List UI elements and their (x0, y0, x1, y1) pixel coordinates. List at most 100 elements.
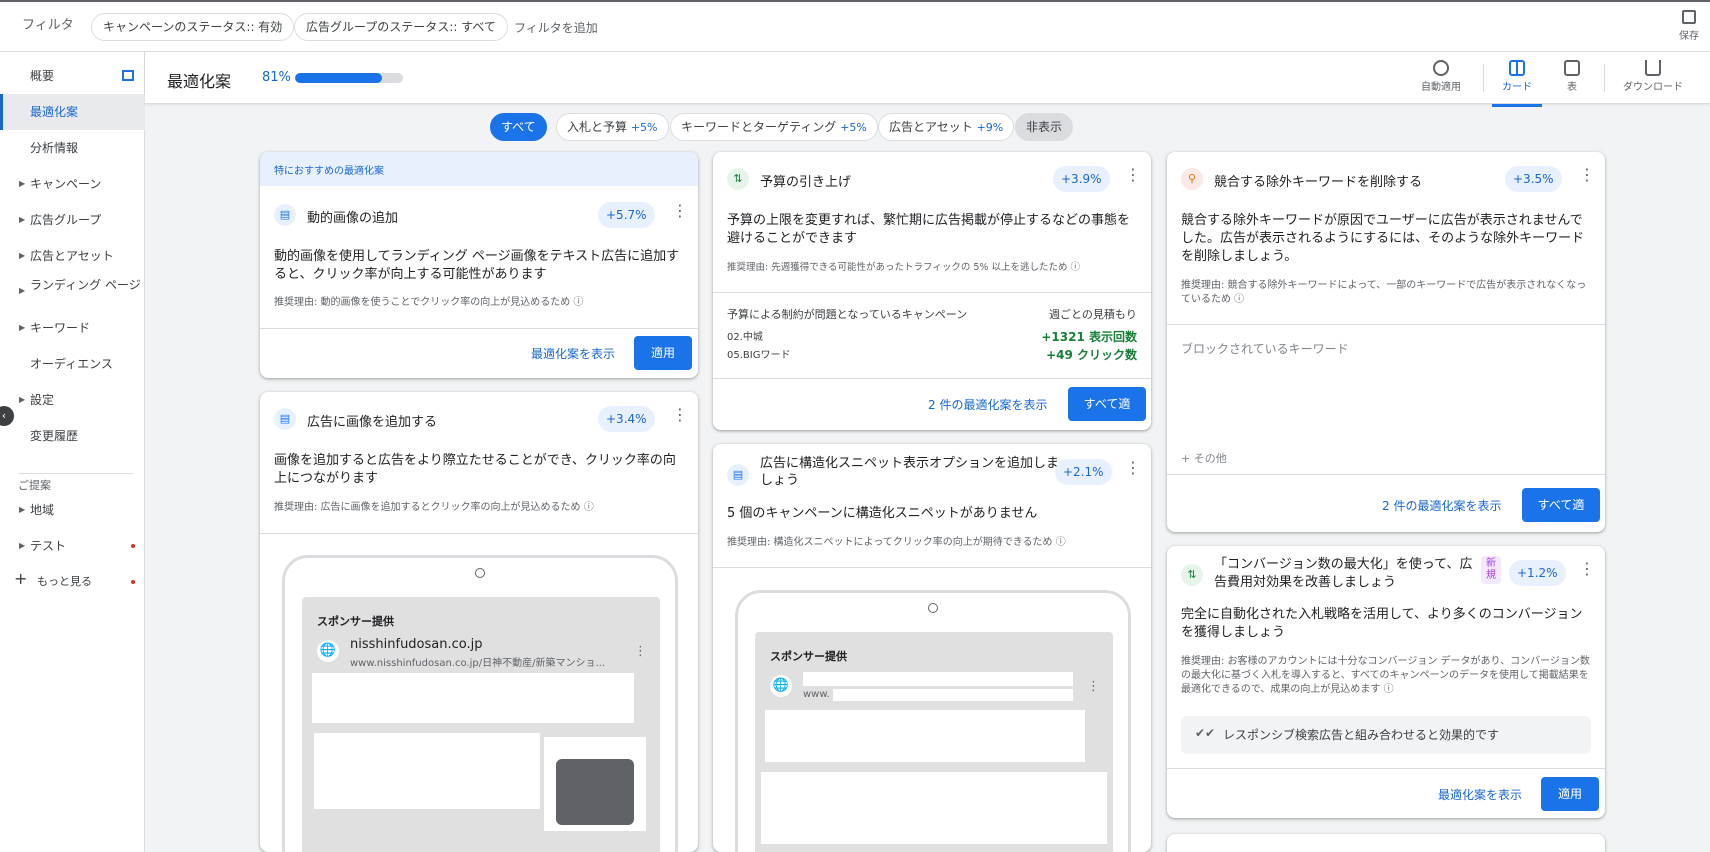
divider (1604, 64, 1605, 92)
save-button[interactable]: 保存 (1673, 10, 1705, 42)
sidebar-item-campaigns[interactable]: ▶ キャンペーン (0, 166, 145, 202)
sidebar-item-label: 最適化案 (30, 105, 79, 119)
table-view-button[interactable]: 表 (1564, 60, 1580, 93)
sidebar-item-recommendations[interactable]: 最適化案 (0, 94, 145, 130)
view-recommendations-link[interactable]: 2 件の最適化案を表示 (928, 396, 1047, 413)
optimization-score-fill (295, 73, 383, 83)
sidebar-item-insights[interactable]: 分析情報 (0, 130, 145, 166)
download-button[interactable]: ダウンロード (1623, 60, 1683, 93)
divider (713, 378, 1151, 379)
score-uplift-badge: +3.5% (1505, 166, 1562, 192)
view-label: 表 (1567, 82, 1577, 93)
cards-view-button[interactable]: カード (1492, 60, 1542, 107)
more-options-icon[interactable] (672, 412, 676, 417)
apply-all-button[interactable]: すべて適用 (1522, 488, 1600, 522)
add-filter-link[interactable]: フィルタを追加 (514, 19, 598, 36)
apply-button[interactable]: 適用 (634, 336, 692, 370)
sidebar-item-change-history[interactable]: 変更履歴 (0, 418, 145, 454)
score-uplift-badge: +3.4% (598, 406, 655, 432)
tab-all[interactable]: すべて (490, 113, 547, 141)
filter-bar: フィルタ キャンペーンのステータス:: 有効 広告グループのステータス:: すべ… (0, 0, 1710, 52)
recommendation-card-add-images: ▤ 広告に画像を追加する +3.4% 画像を追加すると広告をより際立たせることが… (260, 392, 698, 852)
view-recommendation-link[interactable]: 最適化案を表示 (531, 345, 615, 362)
caret-right-icon: ▶ (19, 541, 26, 550)
save-label: 保存 (1679, 31, 1699, 42)
notification-dot (131, 544, 135, 548)
ad-text-placeholder (314, 733, 540, 809)
score-uplift-badge: +1.2% (1509, 560, 1566, 586)
divider (1167, 474, 1605, 475)
campaign-name: 05.BIGワード (727, 350, 791, 361)
ad-url: www.nisshinfudosan.co.jp/日神不動産/新築マンショ... (350, 658, 605, 669)
sidebar-item-label: 地域 (30, 503, 55, 517)
sidebar-item-landing-pages[interactable]: ▶ ランディング ページ (0, 274, 145, 310)
divider (713, 292, 1151, 293)
sidebar-item-label: 概要 (30, 69, 55, 83)
caret-right-icon: ▶ (19, 215, 26, 224)
sidebar-item-label: キーワード (30, 321, 91, 335)
tab-bids-budgets[interactable]: 入札と予算 +5% (556, 113, 669, 141)
card-description: 競合する除外キーワードが原因でユーザーに広告が表示されませんでした。広告が表示さ… (1181, 213, 1585, 264)
tab-keywords-targeting[interactable]: キーワードとターゲティング +5% (670, 113, 878, 141)
more-options-icon[interactable] (1125, 465, 1129, 470)
sidebar-item-keywords[interactable]: ▶ キーワード (0, 310, 145, 346)
download-icon (1645, 60, 1661, 76)
new-badge: 新規 (1481, 556, 1501, 584)
card-title: 競合する除外キーワードを削除する (1214, 175, 1423, 190)
recommendation-card-maximize-conversions: ⇅ 「コンバージョン数の最大化」を使って、広告費用対効果を改善しましょう 新規 … (1167, 546, 1605, 818)
sidebar-item-locations[interactable]: ▶ 地域 (0, 492, 145, 528)
bid-arrows-icon: ⇅ (1181, 564, 1203, 586)
filter-chip-campaign-status[interactable]: キャンペーンのステータス:: 有効 (91, 13, 295, 41)
card-title: 広告に構造化スニペット表示オプションを追加しましょう (760, 456, 1060, 488)
sidebar-item-overview[interactable]: 概要 (0, 58, 145, 94)
caret-right-icon: ▶ (19, 251, 26, 260)
more-options-icon[interactable] (1579, 172, 1583, 177)
ad-preview: スポンサー提供 🌐 nisshinfudosan.co.jp www.nissh… (302, 597, 660, 852)
campaign-name: 02.中城 (727, 332, 763, 343)
card-description: 5 個のキャンペーンに構造化スニペットがありません (727, 506, 1038, 521)
tip-text: レスポンシブ検索広告と組み合わせると効果的です (1223, 728, 1500, 742)
optimization-score: 81% (262, 70, 291, 85)
more-keywords-link[interactable]: + その他 (1181, 450, 1227, 466)
sidebar-item-audiences[interactable]: オーディエンス (0, 346, 145, 382)
apply-all-button[interactable]: すべて適用 (1068, 387, 1146, 421)
tab-boost: +5% (840, 121, 867, 134)
sidebar-item-experiments[interactable]: ▶ テスト (0, 528, 145, 564)
phone-preview: スポンサー提供 🌐 nisshinfudosan.co.jp www.nissh… (282, 555, 678, 852)
sidebar-item-label: 設定 (30, 393, 55, 407)
recommendation-card-remove-negative-keywords: ⚲ 競合する除外キーワードを削除する +3.5% 競合する除外キーワードが原因で… (1167, 152, 1605, 532)
sponsored-label: スポンサー提供 (317, 615, 394, 628)
tab-boost: +9% (976, 121, 1004, 134)
view-recommendations-link[interactable]: 2 件の最適化案を表示 (1382, 497, 1501, 514)
tab-ads-assets[interactable]: 広告とアセット +9% (878, 113, 1015, 141)
home-icon (122, 70, 134, 81)
budget-arrows-icon: ⇅ (727, 168, 749, 190)
tab-hidden[interactable]: 非表示 (1015, 113, 1074, 141)
card-description: 画像を追加すると広告をより際立たせることができ、クリック率の向上につながります (274, 453, 676, 486)
estimate-clicks: +49 クリック数 (1046, 348, 1137, 362)
sidebar-item-label: 分析情報 (30, 141, 79, 155)
sidebar-item-settings[interactable]: ▶ 設定 (0, 382, 145, 418)
double-check-icon: ✔✔ (1195, 726, 1216, 740)
sidebar-item-label: 広告グループ (30, 213, 102, 227)
auto-apply-button[interactable]: 自動適用 (1421, 60, 1461, 93)
image-placeholder-icon (556, 759, 634, 825)
apply-button[interactable]: 適用 (1541, 777, 1599, 811)
more-options-icon (1087, 684, 1091, 689)
sidebar-item-ads-assets[interactable]: ▶ 広告とアセット (0, 238, 145, 274)
ad-icon: ▤ (727, 464, 749, 486)
globe-icon: 🌐 (317, 640, 339, 662)
column-header-campaigns: 予算による制約が問題となっているキャンペーン (727, 308, 968, 321)
more-options-icon[interactable] (1579, 566, 1583, 571)
card-reason: 推奨理由: 構造化スニペットによってクリック率の向上が期待できるため ⓘ (727, 537, 1066, 548)
divider (1167, 768, 1605, 769)
filter-chip-adgroup-status[interactable]: 広告グループのステータス:: すべて (294, 13, 508, 41)
more-options-icon[interactable] (672, 208, 676, 213)
card-description: 完全に自動化された入札戦略を活用して、より多くのコンバージョンを獲得しましょう (1181, 607, 1583, 640)
tab-boost: +5% (630, 121, 658, 134)
view-recommendation-link[interactable]: 最適化案を表示 (1438, 786, 1522, 803)
more-options-icon[interactable] (1125, 172, 1129, 177)
view-label: ダウンロード (1623, 82, 1683, 93)
sidebar-item-ad-groups[interactable]: ▶ 広告グループ (0, 202, 145, 238)
table-icon (1564, 60, 1580, 76)
